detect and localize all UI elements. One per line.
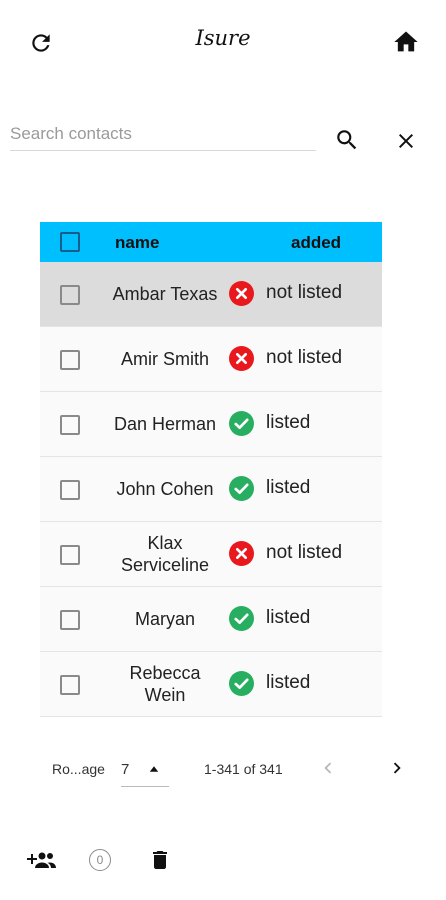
trash-icon [153, 851, 167, 869]
home-icon [394, 31, 418, 52]
added-status: listed [266, 672, 311, 693]
table-row[interactable]: Ambar Texas not listed [40, 262, 382, 327]
added-status: listed [266, 607, 311, 628]
clear-search-button[interactable] [391, 126, 421, 156]
row-checkbox[interactable] [60, 350, 80, 370]
home-button[interactable] [390, 27, 422, 57]
previous-page-button[interactable] [314, 754, 342, 782]
check-circle-icon [229, 411, 254, 436]
contact-name: Amir Smith [120, 349, 209, 369]
row-checkbox[interactable] [60, 285, 80, 305]
added-status: listed [266, 477, 311, 498]
check-circle-icon [229, 671, 254, 696]
contact-name: Ambar Texas [112, 284, 218, 304]
check-circle-icon [229, 606, 254, 631]
row-checkbox[interactable] [60, 545, 80, 565]
table-row[interactable]: Maryan listed [40, 587, 382, 652]
add-contacts-button[interactable] [24, 845, 58, 875]
row-checkbox[interactable] [60, 415, 80, 435]
table-row[interactable]: Klax Serviceline not listed [40, 522, 382, 587]
search-input[interactable] [10, 118, 316, 151]
added-status: not listed [266, 347, 343, 368]
delete-button[interactable] [146, 845, 174, 875]
contact-name: Dan Herman [113, 414, 217, 434]
added-status: not listed [266, 282, 343, 303]
selected-count-badge: 0 [86, 846, 114, 874]
select-all-checkbox[interactable] [60, 232, 80, 252]
check-circle-icon [229, 476, 254, 501]
contact-name: John Cohen [116, 479, 214, 499]
table-row[interactable]: John Cohen listed [40, 457, 382, 522]
close-icon [399, 134, 413, 148]
chevron-left-icon [324, 762, 332, 774]
added-status: listed [266, 412, 311, 433]
column-header-name[interactable]: name [115, 233, 159, 253]
add-group-icon [27, 852, 56, 868]
selected-count: 0 [96, 853, 104, 867]
table-row[interactable]: Rebecca Wein listed [40, 652, 382, 717]
chevron-right-icon [393, 762, 401, 774]
caret-down-icon [149, 766, 159, 772]
next-page-button[interactable] [383, 754, 411, 782]
contact-name: Rebecca Wein [129, 663, 201, 705]
rows-per-page-select[interactable]: 7 [121, 756, 169, 787]
table-row[interactable]: Amir Smith not listed [40, 327, 382, 392]
error-circle-icon [229, 541, 254, 566]
search-icon [337, 130, 357, 150]
row-checkbox[interactable] [60, 675, 80, 695]
error-circle-icon [229, 346, 254, 371]
column-header-added[interactable]: added [291, 233, 341, 253]
pagination-range: 1-341 of 341 [204, 761, 283, 777]
rows-per-page-value: 7 [121, 761, 130, 778]
app-title: Isure [195, 26, 251, 50]
search-button[interactable] [332, 125, 362, 155]
table-row[interactable]: Dan Herman listed [40, 392, 382, 457]
contact-name: Klax Serviceline [120, 533, 210, 575]
rows-per-page-label: Ro...age [52, 761, 105, 777]
row-checkbox[interactable] [60, 480, 80, 500]
contact-name: Maryan [134, 609, 196, 629]
added-status: not listed [266, 542, 343, 563]
error-circle-icon [229, 281, 254, 306]
row-checkbox[interactable] [60, 610, 80, 630]
table-header: name added [40, 222, 382, 262]
contacts-table: name added Ambar Texas not listed Amir Smi… [40, 222, 382, 717]
